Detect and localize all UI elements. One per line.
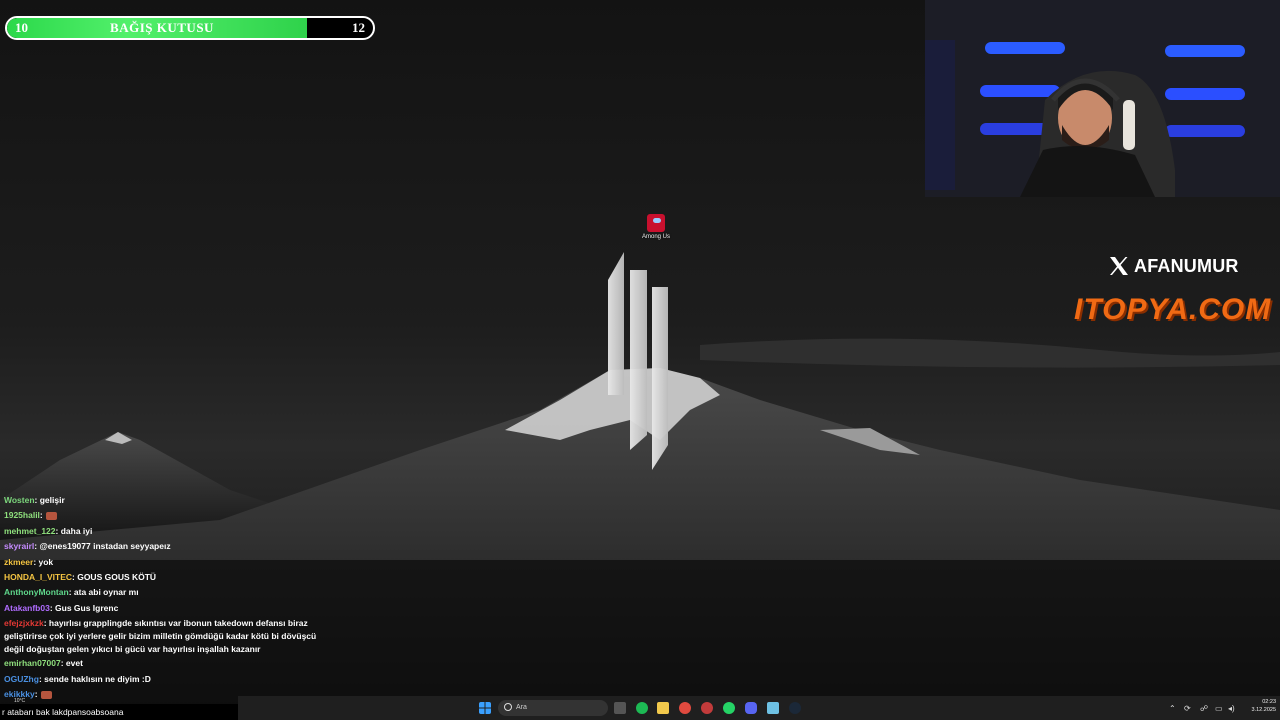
file-explorer-icon[interactable]: [657, 702, 669, 714]
chat-emote: [45, 512, 57, 521]
chat-text: :: [39, 510, 43, 521]
chat-message: HONDA_I_VITEC: GOUS GOUS KÖTÜ: [0, 570, 320, 585]
x-logo-icon: [1110, 257, 1128, 275]
chat-message: efejzjxkzk: hayırlısı grapplingde sıkınt…: [0, 617, 320, 656]
taskbar-clock[interactable]: 02:23 3.12.2025: [1240, 698, 1276, 714]
chat-username[interactable]: AnthonyMontan: [4, 587, 69, 597]
chat-text: : GOUS GOUS KÖTÜ: [72, 572, 157, 583]
volume-icon[interactable]: ◂): [1228, 704, 1235, 713]
chat-message: Atakanfb03: Gus Gus Igrenc: [0, 601, 320, 616]
chat-message: OGUZhg: sende haklısın ne diyim :D: [0, 672, 320, 687]
chat-message: zkmeer: yok: [0, 555, 320, 570]
chat-text: : ata abi oynar mı: [68, 587, 139, 598]
chat-text: : evet: [60, 658, 83, 669]
chat-username[interactable]: Atakanfb03: [4, 603, 50, 613]
clock-date: 3.12.2025: [1251, 707, 1276, 713]
webcam-overlay: [925, 0, 1280, 197]
among-us-icon: [647, 214, 665, 232]
chat-message: 1925halil:: [0, 508, 320, 523]
webcam-feed: [925, 0, 1280, 197]
chat-text: :: [34, 689, 38, 700]
chat-emote: [40, 690, 52, 699]
donation-progress-bar: 10 BAĞIŞ KUTUSU 12: [5, 16, 375, 40]
chrome-icon[interactable]: [679, 702, 691, 714]
chat-username[interactable]: HONDA_I_VITEC: [4, 572, 72, 582]
sync-icon[interactable]: ⟳: [1184, 704, 1191, 713]
chat-message: Wosten: gelişir: [0, 493, 320, 508]
notepad-icon[interactable]: [767, 702, 779, 714]
network-icon[interactable]: ☍: [1200, 704, 1208, 713]
chat-message: mehmet_122: daha iyi: [0, 524, 320, 539]
whatsapp-icon[interactable]: [723, 702, 735, 714]
chat-username[interactable]: skyrairl: [4, 541, 34, 551]
tray-chevron-icon[interactable]: ⌃: [1169, 704, 1176, 713]
donation-title: BAĞIŞ KUTUSU: [110, 20, 214, 35]
spotify-icon[interactable]: [636, 702, 648, 714]
chat-overlay: Wosten: gelişir 1925halil: mehmet_122: dah…: [0, 493, 320, 701]
x-handle-text: AFANUMUR: [1134, 255, 1239, 276]
x-handle: AFANUMUR: [1108, 254, 1239, 278]
chat-username[interactable]: mehmet_122: [4, 526, 56, 536]
donation-max: 12: [352, 20, 365, 35]
chat-username[interactable]: OGUZhg: [4, 674, 39, 684]
task-view-icon[interactable]: [614, 702, 626, 714]
clock-time: 02:23: [1262, 699, 1276, 705]
chat-input[interactable]: r atabarı bak lakdpansoabsoana: [0, 704, 240, 720]
chat-username[interactable]: zkmeer: [4, 557, 33, 567]
chat-message: skyrairl: @enes19077 instadan seyyapeız: [0, 539, 320, 554]
display-icon[interactable]: ▭: [1215, 704, 1223, 713]
chat-text: : Gus Gus Igrenc: [49, 602, 119, 613]
steam-icon[interactable]: [789, 702, 801, 714]
chat-text: : hayırlısı grapplingde sıkıntısı var ib…: [4, 618, 317, 655]
among-us-label: Among Us: [641, 234, 670, 240]
taskbar: [238, 696, 1280, 720]
chat-text: : daha iyi: [55, 525, 93, 536]
discord-icon[interactable]: [745, 702, 757, 714]
among-us-desktop-icon[interactable]: Among Us: [636, 214, 676, 240]
search-placeholder: Ara: [516, 704, 527, 711]
chat-message: emirhan07007: evet: [0, 656, 320, 671]
weather-widget[interactable]: 10°C: [14, 698, 25, 704]
chat-text: : yok: [33, 556, 54, 567]
chat-username[interactable]: emirhan07007: [4, 658, 61, 668]
chat-text: : sende haklısın ne diyim :D: [38, 673, 151, 684]
chat-username[interactable]: efejzjxkzk: [4, 618, 44, 628]
chat-text: : gelişir: [34, 495, 65, 505]
chat-message: AnthonyMontan: ata abi oynar mı: [0, 585, 320, 600]
chat-text: : @enes19077 instadan seyyapeız: [34, 541, 171, 552]
sponsor-logo: ITOPYA.COM: [1074, 293, 1272, 326]
search-icon: [504, 703, 512, 711]
taskbar-search[interactable]: Ara: [498, 700, 608, 716]
app-icon[interactable]: [701, 702, 713, 714]
start-button-icon[interactable]: [479, 702, 491, 714]
chat-username[interactable]: Wosten: [4, 495, 35, 505]
chat-username[interactable]: 1925halil: [4, 510, 40, 520]
